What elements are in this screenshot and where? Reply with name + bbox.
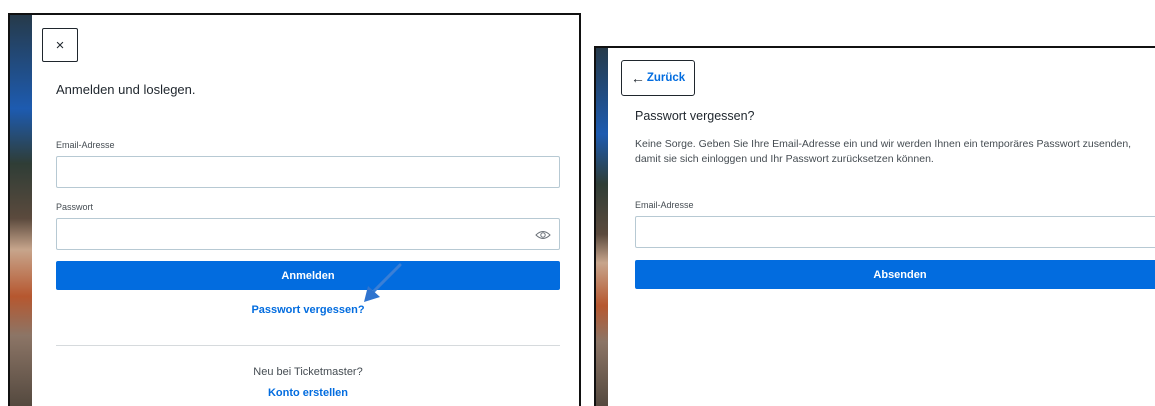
annotation-arrow — [364, 263, 402, 302]
divider — [56, 345, 560, 346]
login-content: × Anmelden und loslegen. Email-Adresse P… — [32, 15, 579, 406]
email-field[interactable] — [56, 156, 560, 188]
background-image-strip — [10, 15, 32, 406]
new-user-text: Neu bei Ticketmaster? — [253, 366, 363, 378]
email-label: Email-Adresse — [635, 200, 694, 210]
login-heading: Anmelden und loslegen. — [56, 82, 196, 97]
login-panel: × Anmelden und loslegen. Email-Adresse P… — [8, 13, 581, 406]
back-button-label: Zurück — [646, 72, 686, 84]
forgot-password-link[interactable]: Passwort vergessen? — [56, 304, 560, 316]
close-button[interactable]: × — [42, 28, 78, 62]
arrow-left-icon: ← — [630, 70, 645, 86]
email-label: Email-Adresse — [56, 140, 115, 150]
password-field[interactable] — [56, 218, 560, 250]
forgot-content: ← Zurück Passwort vergessen? Keine Sorge… — [608, 48, 1155, 406]
password-label: Passwort — [56, 202, 94, 212]
background-image-strip — [596, 48, 608, 406]
forgot-description: Keine Sorge. Geben Sie Ihre Email-Adress… — [635, 138, 1132, 165]
login-button[interactable]: Anmelden — [56, 261, 560, 290]
email-field[interactable] — [635, 216, 1155, 248]
forgot-password-panel: ← Zurück Passwort vergessen? Keine Sorge… — [594, 46, 1155, 406]
forgot-heading: Passwort vergessen? — [635, 109, 755, 123]
create-account-link[interactable]: Konto erstellen — [56, 387, 560, 399]
close-icon: × — [55, 36, 65, 54]
eye-icon[interactable] — [535, 228, 551, 240]
back-button[interactable]: ← Zurück — [621, 60, 695, 96]
submit-button[interactable]: Absenden — [635, 260, 1155, 289]
